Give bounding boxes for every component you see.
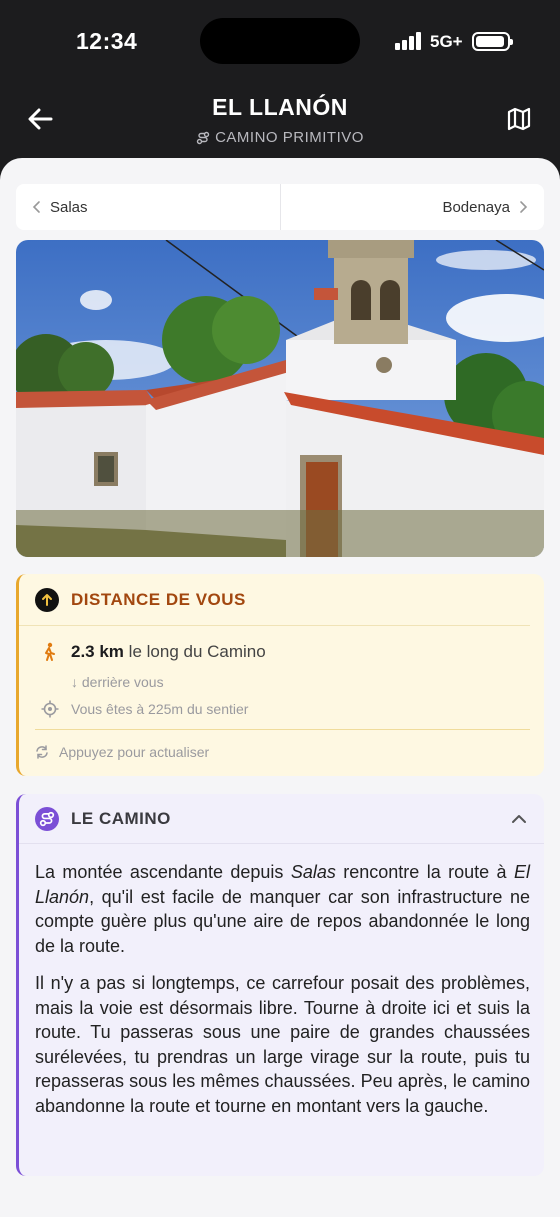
refresh-button[interactable]: Appuyez pour actualiser	[35, 744, 209, 760]
battery-icon	[472, 32, 513, 51]
church-image	[16, 240, 544, 557]
app-header: EL LLANÓN CAMINO PRIMITIVO	[0, 84, 560, 160]
distance-direction: ↓ derrière vous	[71, 674, 164, 690]
divider	[35, 729, 530, 730]
next-stage-label: Bodenaya	[442, 198, 510, 216]
page-title: EL LLANÓN	[212, 94, 348, 120]
camino-card: LE CAMINO La montée ascendante depuis Sa…	[16, 794, 544, 1176]
distance-suffix: le long du Camino	[128, 642, 266, 661]
distance-header: DISTANCE DE VOUS	[19, 574, 530, 626]
map-icon	[507, 107, 531, 131]
dynamic-island	[200, 18, 360, 64]
status-bar: 12:34 5G+	[0, 0, 560, 84]
distance-title: DISTANCE DE VOUS	[71, 589, 246, 609]
camino-header[interactable]: LE CAMINO	[19, 794, 544, 844]
route-icon	[35, 806, 59, 831]
camino-description: La montée ascendante depuis Salas rencon…	[35, 860, 530, 1131]
route-icon	[196, 131, 210, 144]
previous-stage-label: Salas	[50, 198, 88, 216]
previous-stage-button[interactable]: Salas	[16, 184, 281, 230]
distance-value: 2.3 km	[71, 642, 124, 661]
camino-title: LE CAMINO	[71, 808, 171, 828]
status-time: 12:34	[76, 28, 138, 54]
next-stage-button[interactable]: Bodenaya	[281, 184, 545, 230]
location-target-icon	[41, 700, 59, 718]
collapse-button[interactable]	[508, 808, 530, 830]
subtitle-label: CAMINO PRIMITIVO	[215, 129, 364, 146]
trail-offset-row: Vous êtes à 225m du sentier	[41, 700, 248, 718]
walking-icon	[45, 642, 55, 661]
page-subtitle: CAMINO PRIMITIVO	[0, 129, 560, 146]
signal-icon	[395, 32, 423, 50]
text-span: rencontre la route à	[335, 862, 514, 882]
paragraph: La montée ascendante depuis Salas rencon…	[35, 860, 530, 958]
distance-value-row: 2.3 km le long du Camino	[41, 642, 266, 662]
refresh-icon	[36, 745, 48, 759]
text-span: , qu'il est facile de manquer car son in…	[35, 886, 530, 956]
chevron-right-icon	[520, 201, 528, 213]
map-button[interactable]	[504, 104, 534, 134]
location-photo	[16, 240, 544, 557]
chevron-up-icon	[512, 815, 526, 823]
stage-navigation: Salas Bodenaya	[16, 184, 544, 230]
refresh-label: Appuyez pour actualiser	[59, 744, 210, 760]
text-span: La montée ascendante depuis	[35, 862, 291, 882]
trail-offset-text: Vous êtes à 225m du sentier	[71, 701, 249, 717]
paragraph: Il n'y a pas si longtemps, ce carrefour …	[35, 973, 530, 1116]
network-label: 5G+	[430, 32, 463, 51]
distance-card[interactable]: DISTANCE DE VOUS 2.3 km le long du Camin…	[16, 574, 544, 776]
content-sheet: Salas Bodenaya DISTANCE DE VOUS 2.3 km l…	[0, 158, 560, 1217]
place-salas: Salas	[290, 862, 336, 882]
arrow-up-icon	[35, 587, 59, 612]
chevron-left-icon	[32, 201, 40, 213]
